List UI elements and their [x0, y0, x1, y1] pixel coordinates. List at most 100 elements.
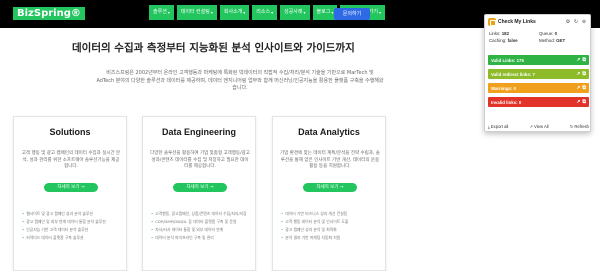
refresh-icon[interactable]: ↻: [573, 19, 579, 25]
chevron-down-icon: ▾: [167, 10, 170, 15]
nav-label: 솔루션: [153, 9, 167, 15]
chevron-down-icon: ▾: [378, 10, 381, 15]
nav-item-resources[interactable]: 리소스 ▾: [252, 5, 278, 20]
hero-title: 데이터의 수집과 측정부터 지능화된 분석 인사이트와 가이드까지: [72, 42, 355, 54]
stat-label: Queue:: [539, 31, 554, 36]
card-data-engineering: Data Engineering 다양한 솔루션을 활용하여 기업 맞춤형 고객…: [142, 116, 256, 271]
bar-label: Valid redirect links: 7: [491, 71, 535, 77]
bar-label: Valid Links: 175: [491, 57, 524, 63]
list-item: 자사/타사 데이터 통합 및 외부 데이터 연계: [151, 226, 251, 234]
nav-label: 리소스: [256, 9, 271, 15]
refresh-icon: ↻: [569, 124, 574, 129]
card-description: 다양한 솔루션을 활용하여 기업 맞춤형 고객행동/광고성과/콘텐츠 데이터를 …: [150, 151, 250, 169]
refresh-button[interactable]: ↻ Refresh: [570, 124, 589, 129]
card-title: Data Analytics: [298, 127, 360, 137]
settings-icon[interactable]: ⚙: [565, 19, 571, 25]
card-solutions: Solutions 고객 행동 및 광고 캠페인의 데이터 수집과 실시간 분석…: [13, 116, 127, 271]
download-icon: ⤓: [488, 124, 490, 129]
hero-desc-line: 습니다.: [232, 85, 248, 91]
copy-icon[interactable]: ⧉: [582, 85, 586, 91]
list-item: 데이터 기반 비즈니스 성과 개선 컨설팅: [281, 210, 381, 218]
close-icon[interactable]: ⊗: [581, 19, 587, 25]
list-item: 광고 캠페인 성과 분석 및 최적화: [281, 226, 381, 234]
list-item: 인공지능 기반 고객 데이터 분석 솔루션: [22, 226, 122, 234]
list-item: 고객행동, 광고캠페인, 상품/콘텐츠 데이터 수집/처리/저장: [151, 210, 251, 218]
contact-button[interactable]: 문의하기: [334, 8, 370, 20]
warnings-bar[interactable]: Warnings: 0 ↗ ⧉: [488, 83, 589, 93]
copy-icon[interactable]: ⧉: [582, 57, 586, 63]
hero-desc-line: 비즈스프링은 2002년부터 온라인 고객행동과 마케팅에 특화된 빅데이터의 …: [106, 70, 374, 76]
button-label: View All: [534, 124, 549, 129]
button-label: Export all: [490, 124, 509, 129]
check-my-links-popup: Check My Links ⚙ ↻ ⊗ Links: 182 Queue: 0…: [484, 14, 591, 132]
stat-label: Method:: [539, 38, 555, 43]
stat-links: Links: 182: [489, 31, 539, 36]
popup-header: Check My Links ⚙ ↻ ⊗: [485, 15, 590, 29]
external-link-icon[interactable]: ↗: [576, 85, 580, 91]
stat-label: Links:: [489, 31, 501, 36]
hero-desc-line: AdTech 분야의 다양한 솔루션과 데이터를 제공하며, 데이터 엔지니어링…: [96, 77, 384, 84]
card-description: 고객 행동 및 광고 캠페인의 데이터 수집과 실시간 분석, 성과 관리를 위…: [21, 151, 121, 169]
button-label: Refresh: [574, 124, 589, 129]
site-logo[interactable]: BizSpring®: [13, 7, 85, 20]
list-item: 분석 결과 기반 마케팅 자동화 지원: [281, 234, 381, 242]
chevron-down-icon: ▾: [303, 10, 306, 15]
nav-label: 블로그: [316, 9, 331, 15]
stat-label: Caching:: [489, 38, 507, 43]
feature-list: 고객행동, 광고캠페인, 상품/콘텐츠 데이터 수집/처리/저장 CDP/DMP…: [151, 210, 251, 242]
valid-links-bar[interactable]: Valid Links: 175 ↗ ⧉: [488, 55, 589, 65]
copy-icon[interactable]: ⧉: [582, 99, 586, 105]
copy-icon[interactable]: ⧉: [582, 71, 586, 77]
link-stats: Links: 182 Queue: 0 Caching: false Metho…: [489, 31, 589, 43]
feature-list: 데이터 기반 비즈니스 성과 개선 컨설팅 고객 행동 데이터 분석 및 인사이…: [281, 210, 381, 242]
export-all-button[interactable]: ⤓ Export all: [488, 124, 508, 129]
learn-more-button[interactable]: 자세히 보기 →: [303, 183, 357, 192]
external-link-icon[interactable]: ↗: [576, 99, 580, 105]
feature-list: 웹사이트 및 광고 캠페인 성과 분석 솔루션 광고 캠페인 및 외부 연계 데…: [22, 210, 122, 242]
nav-item-data-consulting[interactable]: 데이터 컨설팅 ▾: [176, 5, 217, 20]
card-title: Solutions: [49, 127, 91, 137]
bar-actions: ↗ ⧉: [576, 99, 586, 105]
popup-title: Check My Links: [498, 19, 536, 25]
bar-actions: ↗ ⧉: [576, 85, 586, 91]
list-item: 고객 행동 데이터 분석 및 인사이트 도출: [281, 218, 381, 226]
chevron-down-icon: ▾: [271, 10, 274, 15]
extension-logo-icon: [488, 18, 496, 26]
card-data-analytics: Data Analytics 기업 환경에 맞는 데이터 계획/분석을 전략 수…: [272, 116, 386, 271]
hero-description: 비즈스프링은 2002년부터 온라인 고객행동과 마케팅에 특화된 빅데이터의 …: [40, 70, 440, 93]
nav-item-cases[interactable]: 성공사례 ▾: [280, 5, 310, 20]
list-item: 광고 캠페인 및 외부 연계 데이터 통합 분석 솔루션: [22, 218, 122, 226]
valid-redirect-links-bar[interactable]: Valid redirect links: 7 ↗ ⧉: [488, 69, 589, 79]
nav-item-solutions[interactable]: 솔루션 ▾: [149, 5, 174, 20]
card-description: 기업 환경에 맞는 데이터 계획/분석을 전략 수립과, 솔루션을 통해 얻은 …: [280, 151, 380, 169]
learn-more-button[interactable]: 자세히 보기 →: [44, 183, 98, 192]
external-link-icon: ↗: [529, 124, 534, 129]
chevron-down-icon: ▾: [210, 10, 213, 15]
bar-actions: ↗ ⧉: [576, 71, 586, 77]
nav-item-company[interactable]: 회사소개 ▾: [219, 5, 250, 20]
nav-label: 성공사례: [284, 9, 303, 15]
nav-label: 데이터 컨설팅: [180, 9, 210, 15]
bar-label: Invalid links: 0: [491, 99, 522, 105]
list-item: 웹사이트 및 광고 캠페인 성과 분석 솔루션: [22, 210, 122, 218]
stat-queue: Queue: 0: [539, 31, 589, 36]
stat-value: 0: [554, 31, 558, 36]
learn-more-button[interactable]: 자세히 보기 →: [173, 183, 227, 192]
list-item: 데이터 분석 파이프라인 구축 및 관리: [151, 234, 251, 242]
external-link-icon[interactable]: ↗: [576, 57, 580, 63]
view-all-button[interactable]: ↗ View All: [530, 124, 549, 129]
bar-label: Warnings: 0: [491, 85, 516, 91]
card-title: Data Engineering: [161, 127, 236, 137]
stat-value: 182: [501, 31, 510, 36]
stat-caching: Caching: false: [489, 38, 539, 43]
list-item: 커넥티드 데이터 플랫폼 구축 솔루션: [22, 234, 122, 242]
chevron-down-icon: ▾: [243, 10, 246, 15]
stat-value: GET: [556, 38, 566, 43]
list-item: CDP/DMP/DW/DL 등 데이터 플랫폼 구축 및 운영: [151, 218, 251, 226]
stat-method: Method: GET: [539, 38, 589, 43]
invalid-links-bar[interactable]: Invalid links: 0 ↗ ⧉: [488, 97, 589, 107]
external-link-icon[interactable]: ↗: [576, 71, 580, 77]
nav-label: 회사소개: [223, 9, 243, 15]
stat-value: false: [507, 38, 518, 43]
header-actions: ⚙ ↻ ⊗: [565, 19, 587, 25]
